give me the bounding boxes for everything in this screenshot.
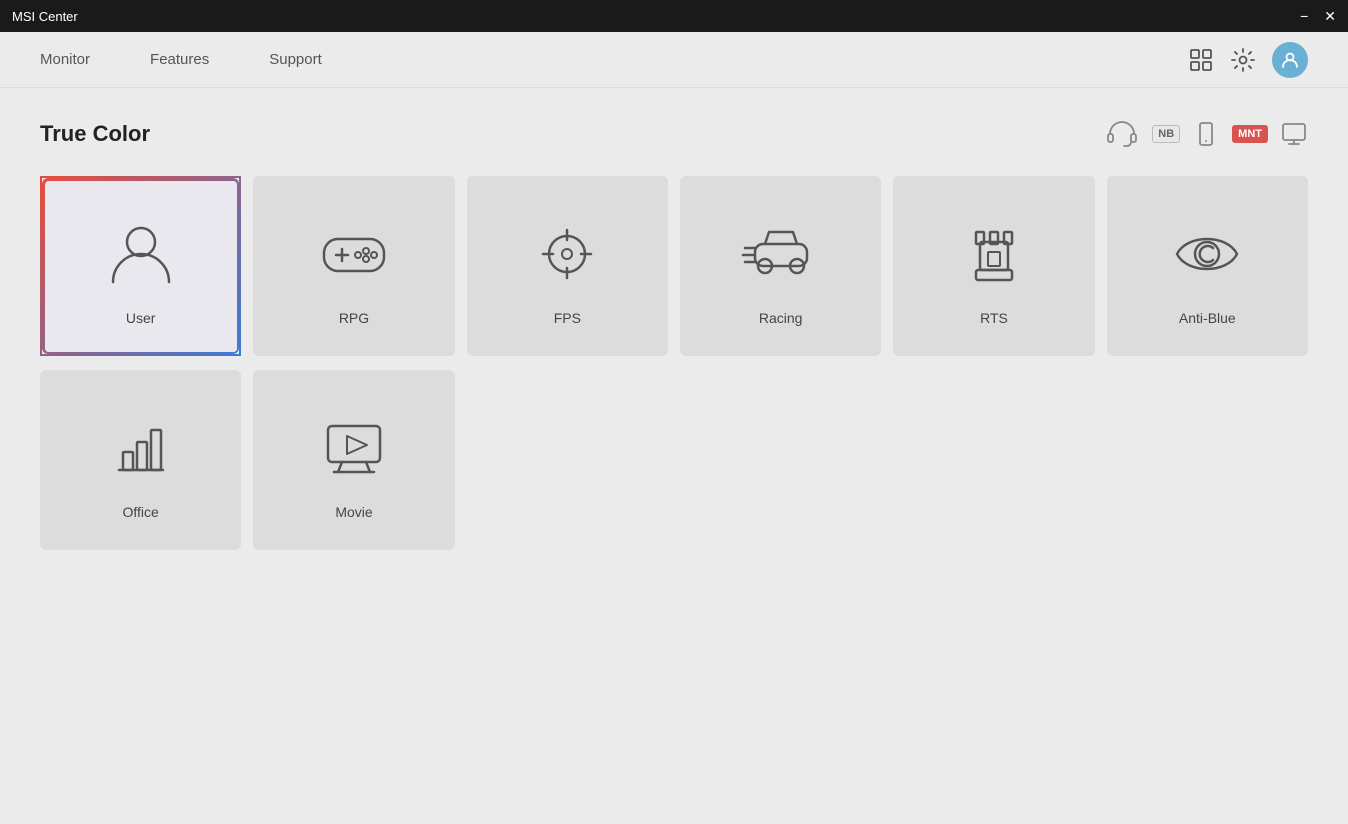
top-navigation: Monitor Features Support: [0, 32, 1348, 88]
card-rpg[interactable]: RPG: [253, 176, 454, 356]
card-fps[interactable]: FPS: [467, 176, 668, 356]
grid-icon: [1188, 47, 1214, 73]
monitor-button[interactable]: [1280, 120, 1308, 148]
section-title: True Color: [40, 121, 150, 147]
page-content: True Color NB: [0, 88, 1348, 824]
titlebar: MSI Center − ✕: [0, 0, 1348, 32]
movie-icon: [314, 408, 394, 488]
fps-icon: [527, 214, 607, 294]
card-user-label: User: [126, 310, 156, 326]
card-anti-blue[interactable]: Anti-Blue: [1107, 176, 1308, 356]
settings-button[interactable]: [1230, 47, 1256, 73]
headset-icon: [1104, 116, 1140, 152]
card-user[interactable]: User: [40, 176, 241, 356]
nav-action-icons: [1188, 42, 1308, 78]
user-icon: [101, 214, 181, 294]
section-header: True Color NB: [40, 116, 1308, 152]
app-title: MSI Center: [12, 9, 78, 24]
card-rts[interactable]: RTS: [893, 176, 1094, 356]
nav-support[interactable]: Support: [269, 51, 322, 68]
card-movie-label: Movie: [335, 504, 372, 520]
card-office-label: Office: [123, 504, 159, 520]
window-controls: − ✕: [1300, 9, 1336, 23]
avatar-icon: [1280, 50, 1300, 70]
phone-button[interactable]: [1192, 120, 1220, 148]
rts-icon: [954, 214, 1034, 294]
card-movie[interactable]: Movie: [253, 370, 454, 550]
mnt-badge: MNT: [1232, 125, 1268, 143]
settings-icon: [1230, 47, 1256, 73]
card-fps-label: FPS: [554, 310, 581, 326]
racing-icon: [741, 214, 821, 294]
profile-cards-row1: User: [40, 176, 1308, 356]
card-racing[interactable]: Racing: [680, 176, 881, 356]
grid-view-button[interactable]: [1188, 47, 1214, 73]
nav-features[interactable]: Features: [150, 51, 209, 68]
monitor-icon: [1280, 120, 1308, 148]
anti-blue-icon: [1167, 214, 1247, 294]
profile-cards-row2: Office Movie: [40, 370, 1308, 550]
nav-monitor[interactable]: Monitor: [40, 51, 90, 68]
user-avatar[interactable]: [1272, 42, 1308, 78]
card-office[interactable]: Office: [40, 370, 241, 550]
close-button[interactable]: ✕: [1324, 9, 1336, 23]
nav-links: Monitor Features Support: [40, 51, 322, 68]
card-rpg-label: RPG: [339, 310, 369, 326]
card-rts-label: RTS: [980, 310, 1008, 326]
rpg-icon: [314, 214, 394, 294]
minimize-button[interactable]: −: [1300, 9, 1308, 23]
main-content: Monitor Features Support: [0, 32, 1348, 824]
device-icons: NB MNT: [1104, 116, 1308, 152]
office-icon: [101, 408, 181, 488]
card-racing-label: Racing: [759, 310, 803, 326]
nb-badge: NB: [1152, 125, 1180, 143]
card-anti-blue-label: Anti-Blue: [1179, 310, 1236, 326]
sync-button[interactable]: [1104, 116, 1140, 152]
phone-icon: [1192, 120, 1220, 148]
